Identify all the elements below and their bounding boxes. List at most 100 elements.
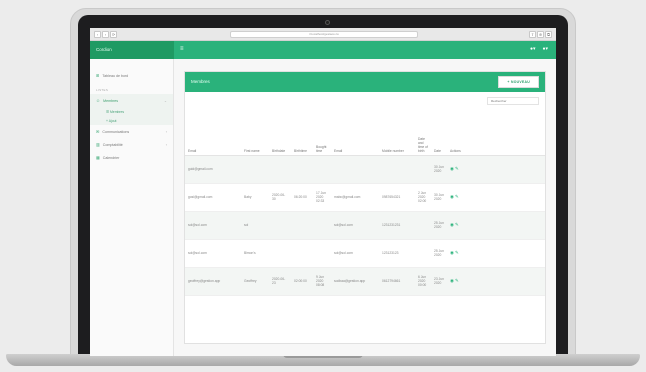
reload-icon[interactable]: ⟳ [110, 31, 117, 38]
table-cell: 2020-06-30 [269, 183, 291, 212]
topbar-actions: ●▾ ●▾ [530, 46, 548, 52]
add-member-button[interactable]: + NOUVEAU [498, 76, 539, 88]
camera-icon [325, 20, 330, 25]
table-cell: Baby [241, 183, 269, 212]
table-cell: ◉✎ [447, 211, 545, 240]
dashboard-icon: ⊞ [96, 73, 100, 78]
table-cell: geoffrey@gestion.app [185, 267, 241, 296]
sidebar-item-label: Membres [103, 98, 119, 103]
members-card: Membres + NOUVEAU Email First name Birth… [184, 71, 546, 344]
sidebar-subitem-label: Membres [109, 109, 125, 114]
table-cell: gosi@gmail.com [185, 183, 241, 212]
sidebar-item-comptabilite[interactable]: ▥ Comptabilité › [90, 138, 173, 151]
column-header[interactable]: Bought time [313, 110, 331, 156]
table-cell: mabc@gmail.com [331, 183, 379, 212]
edit-icon[interactable]: ✎ [455, 194, 460, 199]
address-bar[interactable]: rl.localhost/gestaos.rio [230, 31, 418, 38]
sidebar-subitem-ajout[interactable]: + Ajout [90, 116, 173, 125]
table-row[interactable]: gosi@gmail.com Baby 2020-06-30 06:20:00 17 J… [185, 183, 545, 212]
table-cell: sol [241, 211, 269, 240]
column-header[interactable]: First name [241, 110, 269, 156]
column-header[interactable]: Email [331, 110, 379, 156]
column-header: Actions [447, 110, 545, 156]
card-title: Membres [191, 79, 210, 84]
users-icon: ☺ [96, 98, 101, 103]
table-cell: 123123123 [379, 239, 415, 268]
table-cell: 0987654321 [379, 183, 415, 212]
table-cell [291, 239, 313, 268]
table-cell: ◉✎ [447, 239, 545, 268]
table-cell [313, 211, 331, 240]
user-menu-icon[interactable]: ●▾ [542, 46, 548, 52]
table-cell: 30 Jun 2020 [431, 183, 447, 212]
sidebar-item-communications[interactable]: ✉ Communications › [90, 125, 173, 138]
mail-icon: ✉ [96, 129, 100, 134]
table-cell: 06:20:00 [291, 183, 313, 212]
table-cell: Bimon's [241, 239, 269, 268]
tabs-icon[interactable]: ⧉ [545, 31, 552, 38]
table-cell: 25 Jun 2020 [431, 211, 447, 240]
table-cell [269, 211, 291, 240]
table-cell: 30 Jun 2020 [431, 155, 447, 184]
table-cell: Geoffrey [241, 267, 269, 296]
sidebar-item-calendrier[interactable]: ▦ Calendrier [90, 151, 173, 164]
column-header[interactable]: Email [185, 110, 241, 156]
table-cell: 0612794661 [379, 267, 415, 296]
forward-icon[interactable]: › [102, 31, 109, 38]
column-header[interactable]: Mobile number [379, 110, 415, 156]
search-input[interactable] [487, 97, 539, 105]
browser-nav: ‹ › ⟳ [94, 31, 117, 38]
table-cell: sol@sol.com [185, 211, 241, 240]
table-cell: 23 Jun 2020 [431, 267, 447, 296]
table-cell [291, 155, 313, 184]
table-cell [379, 155, 415, 184]
table-cell [415, 239, 431, 268]
sidebar-item-label: Tableau de bord [102, 73, 129, 78]
card-header: Membres + NOUVEAU [185, 72, 545, 92]
screen: ‹ › ⟳ rl.localhost/gestaos.rio ⇪ ⊕ ⧉ Cor… [90, 28, 556, 356]
table-cell [331, 155, 379, 184]
members-table: Email First name Birthdate Birthtime Bou… [185, 110, 545, 296]
table-cell: ◉✎ [447, 267, 545, 296]
chart-icon: ▥ [96, 142, 100, 147]
table-cell: 9 Jun 2020 08:08 [313, 267, 331, 296]
table-cell: 2020-06-23 [269, 267, 291, 296]
menu-icon[interactable]: ≡ [180, 46, 184, 52]
new-tab-icon[interactable]: ⊕ [537, 31, 544, 38]
notifications-icon[interactable]: ●▾ [530, 46, 536, 52]
table-cell: ◉✎ [447, 155, 545, 184]
chevron-right-icon: › [165, 142, 167, 147]
edit-icon[interactable]: ✎ [455, 278, 460, 283]
sidebar-item-membres[interactable]: ☺ Membres ⌄ [90, 94, 173, 107]
table-row[interactable]: sol@sol.com sol sol@sol.com 1231231231 25 Ju… [185, 211, 545, 240]
table-row[interactable]: geoffrey@gestion.app Geoffrey 2020-06-23 02… [185, 267, 545, 296]
sidebar-section-title: LISTES [96, 88, 109, 92]
column-header[interactable]: Date [431, 110, 447, 156]
sidebar-item-dashboard[interactable]: ⊞ Tableau de bord [90, 69, 173, 82]
column-header[interactable]: Birthtime [291, 110, 313, 156]
table-cell: 02:00:00 [291, 267, 313, 296]
edit-icon[interactable]: ✎ [455, 166, 460, 171]
table-cell [415, 211, 431, 240]
table-row[interactable]: sol@sol.com Bimon's sol@sol.com 123123123 25… [185, 239, 545, 268]
brand-logo[interactable]: Cordion [90, 41, 174, 59]
chevron-right-icon: › [165, 129, 167, 134]
back-icon[interactable]: ‹ [94, 31, 101, 38]
table-cell [241, 155, 269, 184]
table-cell [415, 155, 431, 184]
table-cell: sol@sol.com [331, 239, 379, 268]
table-row[interactable]: guid@gmail.com 30 Jun 2020 ◉✎ [185, 155, 545, 184]
table-cell [313, 155, 331, 184]
browser-actions: ⇪ ⊕ ⧉ [529, 31, 552, 38]
share-icon[interactable]: ⇪ [529, 31, 536, 38]
edit-icon[interactable]: ✎ [455, 250, 460, 255]
sidebar-subitem-membres[interactable]: ☰ Membres [90, 107, 173, 116]
table-cell [291, 211, 313, 240]
column-header[interactable]: Birthdate [269, 110, 291, 156]
column-header[interactable]: Date and time of birth [415, 110, 431, 156]
sidebar-item-label: Comptabilité [102, 142, 123, 147]
table-body: guid@gmail.com 30 Jun 2020 ◉✎ gosi@gmail.co… [185, 155, 545, 296]
table-cell: ◉✎ [447, 183, 545, 212]
table-cell: guid@gmail.com [185, 155, 241, 184]
edit-icon[interactable]: ✎ [455, 222, 460, 227]
